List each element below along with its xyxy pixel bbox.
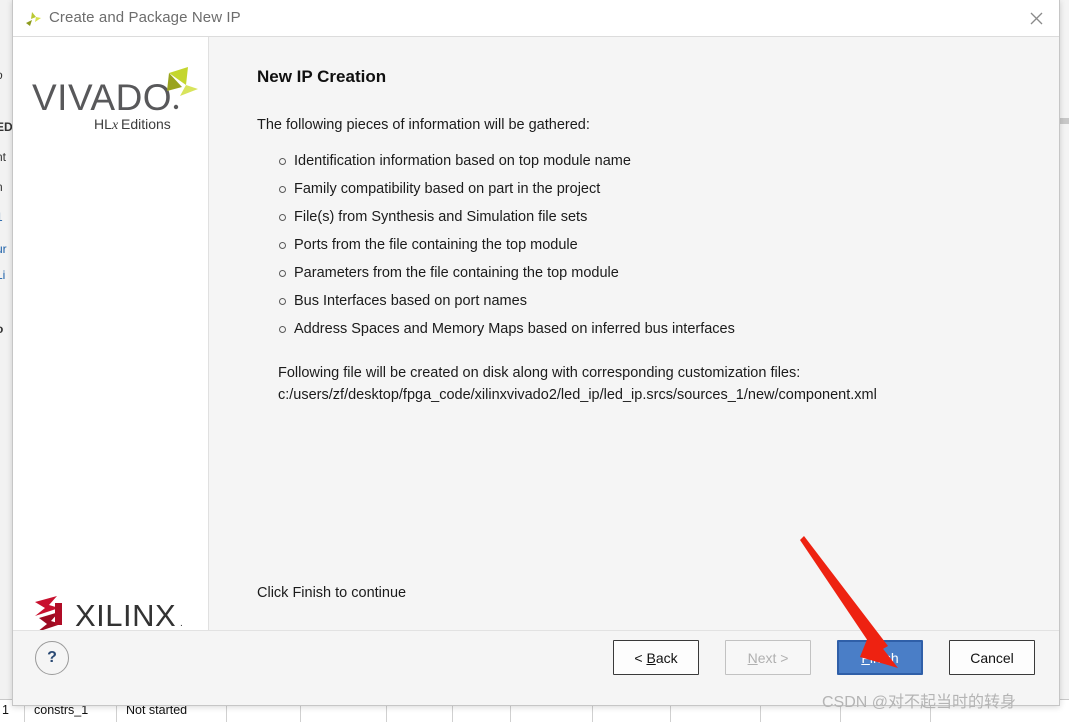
finish-button-label: Finish (861, 649, 899, 666)
next-button[interactable]: Next > (725, 640, 811, 675)
back-button-label: < Back (634, 649, 678, 666)
screen: o ED nt n 1 ur Li o 1 constrs_1 Not star… (0, 0, 1069, 722)
output-file-note: Following file will be created on disk a… (278, 362, 1069, 406)
list-item: Ports from the file containing the top m… (257, 231, 997, 259)
background-table-cell: 1 (2, 703, 9, 717)
output-file-path: c:/users/zf/desktop/fpga_code/xilinxviva… (278, 387, 877, 403)
cancel-button[interactable]: Cancel (949, 640, 1035, 675)
background-left-text-fragments: o ED nt n 1 ur Li o (0, 40, 12, 620)
background-fragment: 1 (0, 210, 3, 224)
help-button[interactable]: ? (35, 641, 69, 675)
cancel-button-label: Cancel (970, 649, 1014, 666)
dialog-titlebar: Create and Package New IP (13, 0, 1059, 37)
vivado-edition-label: HL (94, 116, 112, 132)
list-item: Identification information based on top … (257, 147, 997, 175)
svg-text:.: . (180, 618, 183, 629)
content-panel: New IP Creation The following pieces of … (210, 37, 1059, 630)
dialog-body: VIVADO HL x Editions XILINX . New IP Cre… (13, 37, 1059, 633)
close-icon[interactable] (1013, 0, 1059, 36)
background-fragment: ur (0, 242, 7, 256)
finish-button[interactable]: Finish (837, 640, 923, 675)
svg-text:x: x (111, 118, 119, 133)
page-title: New IP Creation (257, 67, 387, 86)
information-bullet-list: Identification information based on top … (257, 147, 997, 343)
output-file-note-title: Following file will be created on disk a… (278, 365, 801, 381)
list-item: Family compatibility based on part in th… (257, 175, 997, 203)
vivado-logo: VIVADO HL x Editions (30, 65, 198, 133)
vivado-pinwheel-icon (23, 9, 43, 29)
intro-text: The following pieces of information will… (257, 117, 590, 133)
list-item: Bus Interfaces based on port names (257, 287, 997, 315)
list-item: Address Spaces and Memory Maps based on … (257, 315, 997, 343)
branding-sidebar: VIVADO HL x Editions XILINX . (13, 37, 209, 633)
svg-text:Editions: Editions (121, 116, 171, 132)
dialog-footer: ? < Back Next > Finish Cancel (13, 630, 1059, 705)
svg-text:XILINX: XILINX (75, 598, 176, 633)
background-fragment: nt (0, 150, 7, 164)
back-button[interactable]: < Back (613, 640, 699, 675)
list-item: File(s) from Synthesis and Simulation fi… (257, 203, 997, 231)
background-fragment: o (0, 68, 3, 82)
create-and-package-new-ip-dialog: Create and Package New IP VIVADO HL x Ed… (12, 0, 1060, 706)
background-fragment: n (0, 180, 3, 194)
background-fragment: o (0, 322, 3, 336)
background-fragment: ED (0, 120, 12, 134)
dialog-title: Create and Package New IP (49, 9, 241, 26)
finish-hint-text: Click Finish to continue (257, 585, 407, 601)
background-fragment: Li (0, 268, 6, 282)
list-item: Parameters from the file containing the … (257, 259, 997, 287)
vivado-wordmark: VIVADO (32, 77, 172, 118)
next-button-label: Next > (747, 649, 789, 666)
